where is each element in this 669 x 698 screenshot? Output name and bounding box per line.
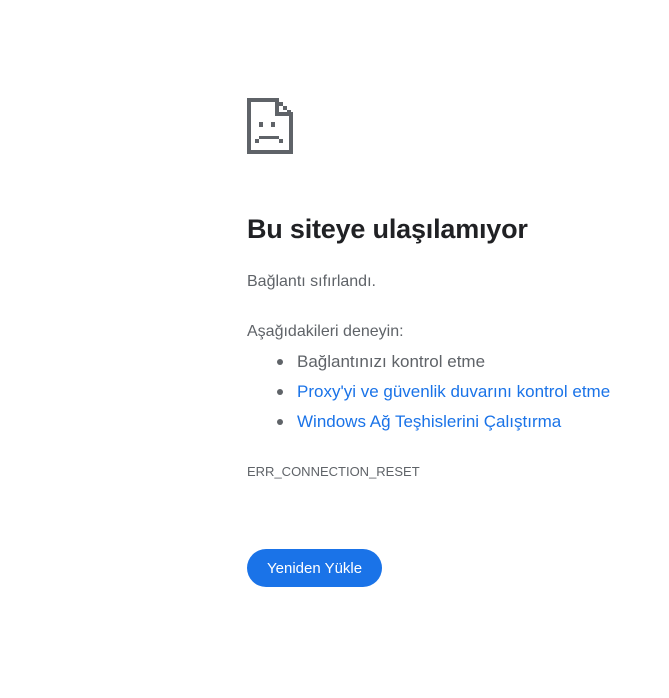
network-diagnostics-link[interactable]: Windows Ağ Teşhislerini Çalıştırma [297,412,561,431]
proxy-firewall-link[interactable]: Proxy'yi ve güvenlik duvarını kontrol et… [297,382,610,401]
suggestion-label: Bağlantınızı kontrol etme [297,352,486,371]
suggestion-check-connection: Bağlantınızı kontrol etme [247,350,610,380]
error-description: Bağlantı sıfırlandı. [247,273,376,290]
bullet-icon [277,389,283,395]
page-title: Bu siteye ulaşılamıyor [247,214,528,244]
bullet-icon [277,359,283,365]
suggestion-network-diagnostics: Windows Ağ Teşhislerini Çalıştırma [247,410,610,440]
error-code: ERR_CONNECTION_RESET [247,464,420,479]
suggestions-heading: Aşağıdakileri deneyin: [247,323,404,340]
bullet-icon [277,419,283,425]
sad-page-icon [247,98,293,154]
reload-button[interactable]: Yeniden Yükle [247,549,383,587]
suggestions-list: Bağlantınızı kontrol etme Proxy'yi ve gü… [247,350,610,440]
suggestion-check-proxy-firewall: Proxy'yi ve güvenlik duvarını kontrol et… [247,380,610,410]
error-page: Bu siteye ulaşılamıyor Bağlantı sıfırlan… [247,98,657,587]
